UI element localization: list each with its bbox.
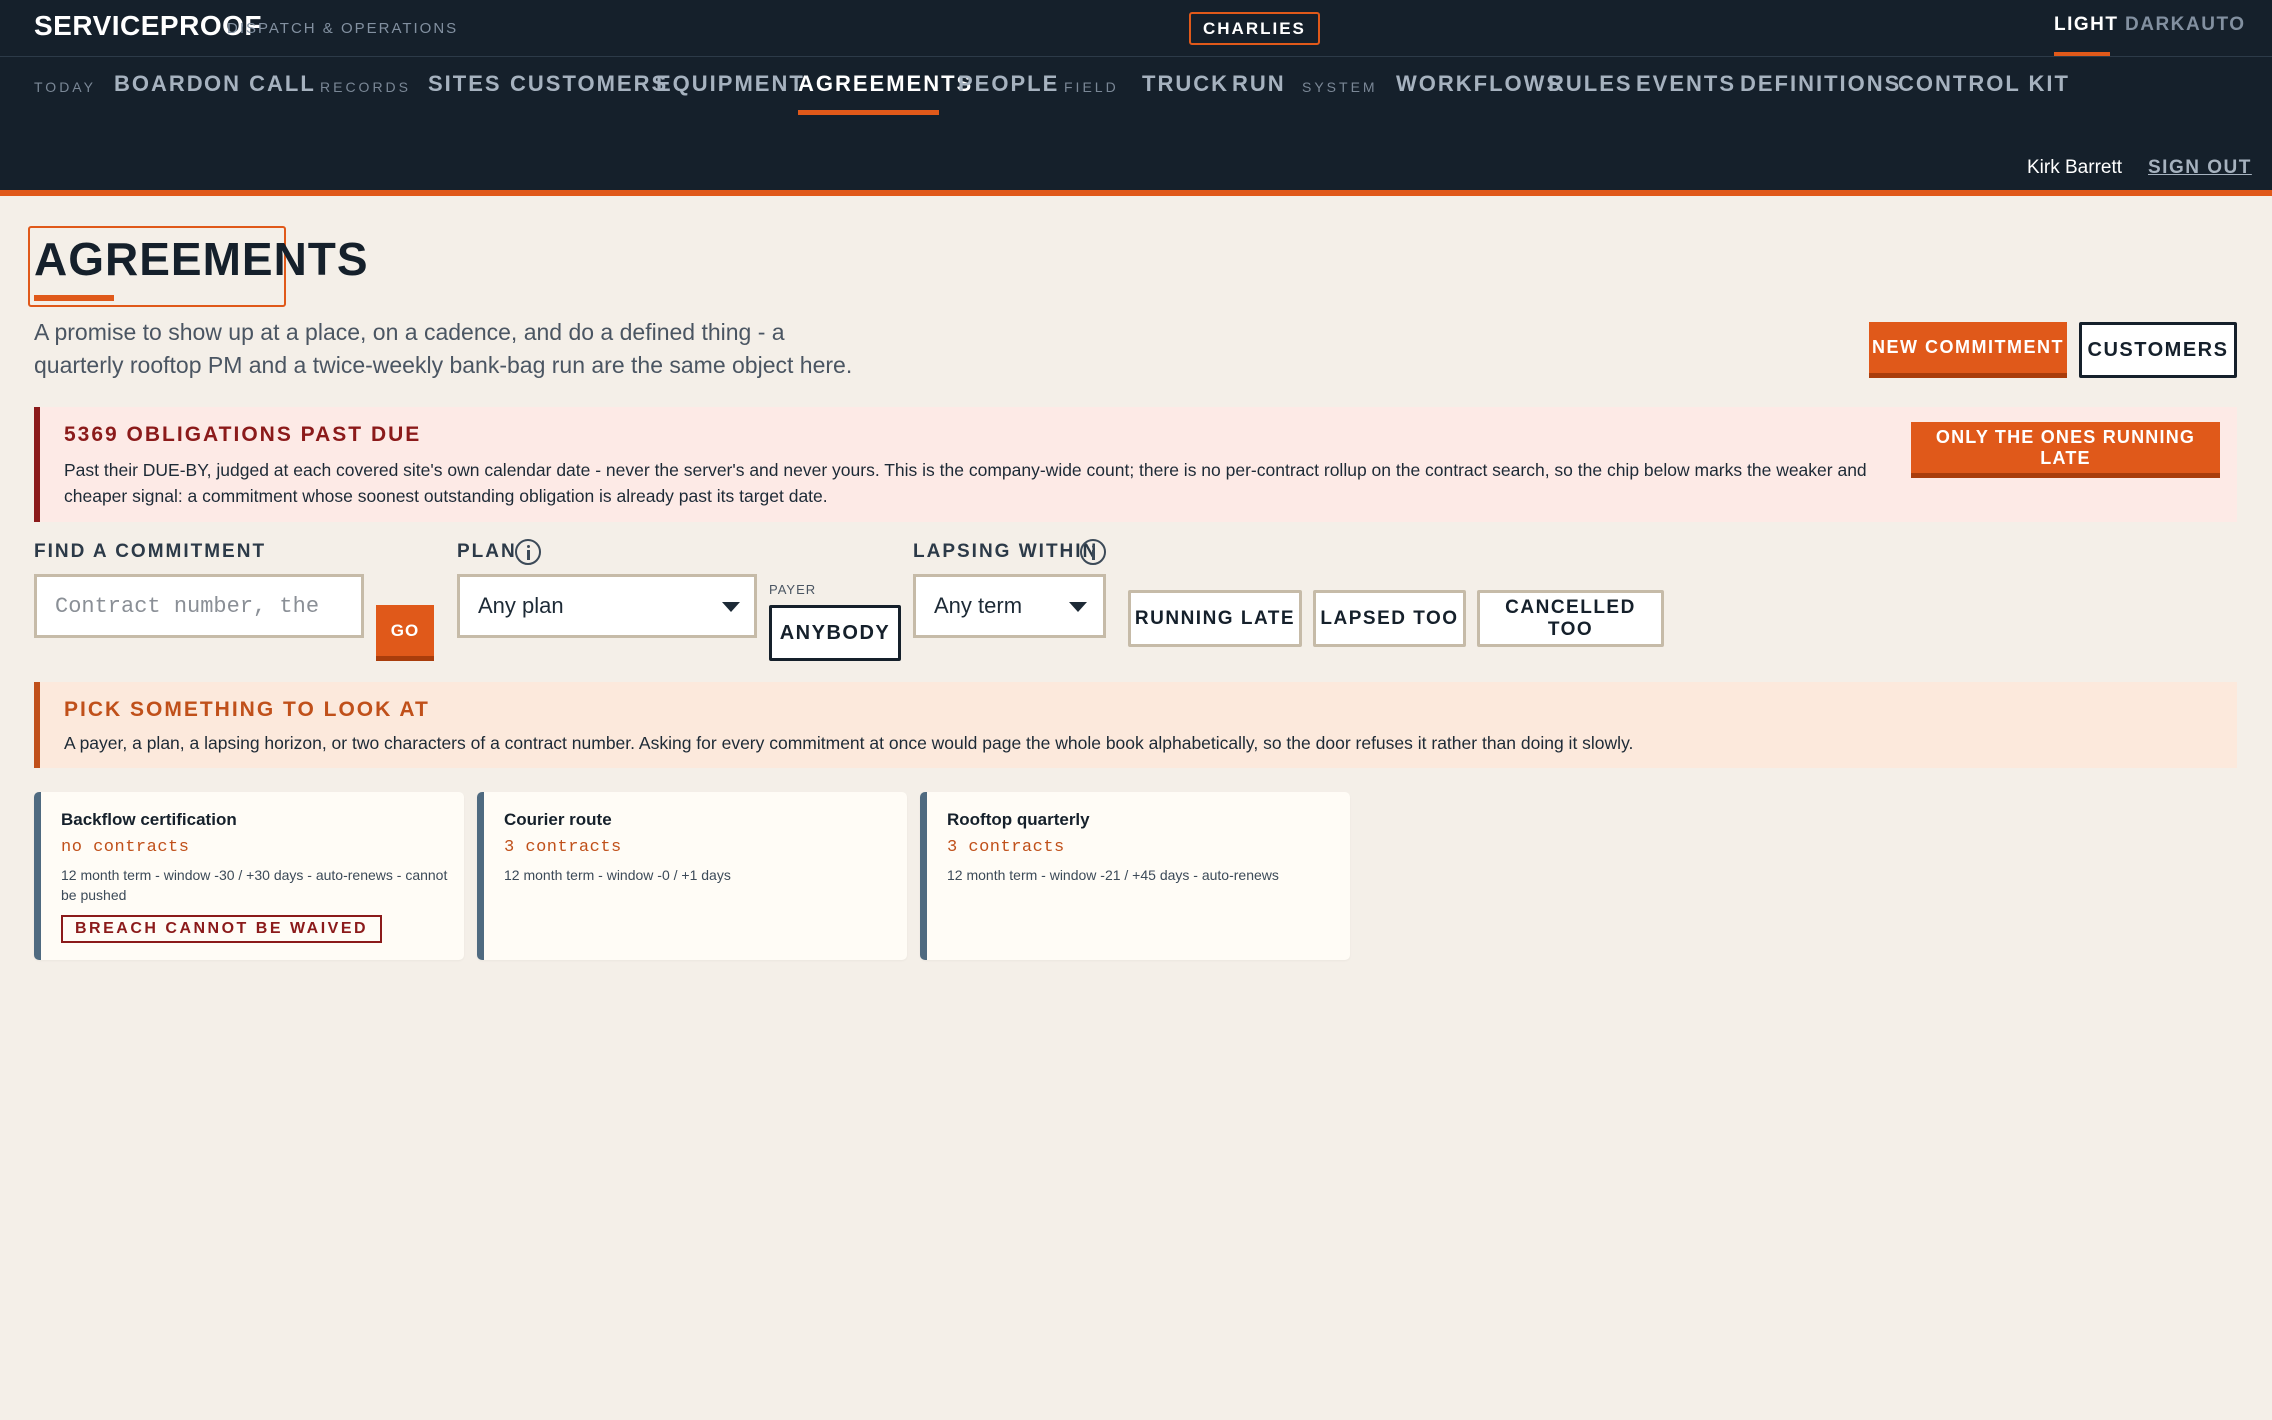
plan-info-icon[interactable]: [515, 539, 541, 565]
plan-card-title: Rooftop quarterly: [947, 810, 1090, 829]
plan-card-meta: 12 month term - window -0 / +1 days: [504, 867, 731, 883]
nav-item-truck[interactable]: TRUCK: [1142, 71, 1229, 97]
chip-cancelled-too[interactable]: CANCELLED TOO: [1477, 590, 1664, 647]
past-due-alert-text: Past their DUE-BY, judged at each covere…: [64, 460, 1867, 506]
nav-item-control-kit[interactable]: CONTROL KIT: [1898, 71, 2070, 97]
chip-lapsed-too[interactable]: LAPSED TOO: [1313, 590, 1466, 647]
go-button[interactable]: GO: [376, 605, 434, 661]
page-intro-line-1: A promise to show up at a place, on a ca…: [34, 319, 785, 345]
customers-button[interactable]: CUSTOMERS: [2079, 322, 2237, 378]
only-running-late-button[interactable]: ONLY THE ONES RUNNING LATE: [1911, 422, 2220, 478]
chip-running-late[interactable]: RUNNING LATE: [1128, 590, 1302, 647]
app-header: SERVICEPROOF DISPATCH & OPERATIONS CHARL…: [0, 0, 2272, 196]
theme-auto[interactable]: AUTO: [2186, 14, 2245, 36]
chevron-down-icon: [1069, 602, 1087, 612]
plan-card-count: 3 contracts: [504, 838, 622, 857]
chevron-down-icon: [722, 602, 740, 612]
page-intro-line-2: quarterly rooftop PM and a twice-weekly …: [34, 352, 853, 378]
nav-item-workflows[interactable]: WORKFLOWS: [1396, 71, 1563, 97]
plan-card-meta: 12 month term - window -30 / +30 days - …: [61, 867, 448, 903]
theme-active-indicator: [2054, 52, 2110, 56]
new-commitment-button[interactable]: NEW COMMITMENT: [1869, 322, 2067, 378]
find-commitment-label: FIND A COMMITMENT: [34, 541, 267, 562]
user-name: Kirk Barrett: [2027, 157, 2123, 178]
pick-something-notice: PICK SOMETHING TO LOOK AT A payer, a pla…: [34, 682, 2237, 768]
nav-item-events[interactable]: EVENTS: [1636, 71, 1736, 97]
nav-item-customers[interactable]: CUSTOMERS: [510, 71, 668, 97]
plan-card-courier[interactable]: Courier route 3 contracts 12 month term …: [477, 792, 907, 960]
plan-card-count: 3 contracts: [947, 838, 1065, 857]
page-title-underline: [34, 295, 114, 301]
nav-group-system: SYSTEM: [1302, 79, 1378, 95]
page-title: AGREEMENTS: [34, 233, 369, 285]
notice-text: A payer, a plan, a lapsing horizon, or t…: [64, 733, 1634, 753]
payer-button[interactable]: ANYBODY: [769, 605, 901, 661]
nav-item-people[interactable]: PEOPLE: [958, 71, 1059, 97]
notice-title: PICK SOMETHING TO LOOK AT: [64, 698, 430, 721]
sign-out-link[interactable]: SIGN OUT: [2148, 157, 2252, 179]
plan-card-title: Backflow certification: [61, 810, 237, 829]
lapsing-within-label: LAPSING WITHIN: [913, 541, 1099, 562]
lapsing-select[interactable]: Any term: [913, 574, 1106, 638]
nav-item-definitions[interactable]: DEFINITIONS: [1740, 71, 1901, 97]
plan-card-count: no contracts: [61, 838, 190, 857]
plan-card-title: Courier route: [504, 810, 612, 829]
lapsing-select-value: Any term: [934, 593, 1023, 618]
page-intro: A promise to show up at a place, on a ca…: [34, 316, 894, 382]
nav-item-equipment[interactable]: EQUIPMENT: [656, 71, 805, 97]
theme-dark[interactable]: DARK: [2125, 14, 2186, 36]
tenant-badge[interactable]: CHARLIES: [1189, 12, 1320, 45]
nav-item-on-call[interactable]: ON CALL: [204, 71, 316, 97]
theme-light[interactable]: LIGHT: [2054, 14, 2119, 36]
nav-item-run[interactable]: RUN: [1232, 71, 1286, 97]
past-due-alert-title: 5369 OBLIGATIONS PAST DUE: [64, 423, 422, 446]
lapsing-info-icon[interactable]: [1080, 539, 1106, 565]
nav-item-board[interactable]: BOARD: [114, 71, 205, 97]
nav-item-sites[interactable]: SITES: [428, 71, 502, 97]
plan-select-value: Any plan: [478, 593, 564, 618]
plan-card-meta: 12 month term - window -21 / +45 days - …: [947, 867, 1279, 883]
nav-item-agreements[interactable]: AGREEMENTS: [798, 71, 973, 97]
brand-subtitle: DISPATCH & OPERATIONS: [227, 20, 459, 37]
nav-active-indicator: [798, 110, 939, 115]
nav-group-records: RECORDS: [320, 79, 412, 95]
plan-select[interactable]: Any plan: [457, 574, 757, 638]
top-bar: SERVICEPROOF DISPATCH & OPERATIONS CHARL…: [0, 0, 2272, 57]
past-due-alert: 5369 OBLIGATIONS PAST DUE Past their DUE…: [34, 407, 2237, 522]
plan-label: PLAN: [457, 541, 517, 562]
nav-item-rules[interactable]: RULES: [1548, 71, 1633, 97]
main-nav: TODAY BOARD ON CALL RECORDS SITES CUSTOM…: [0, 57, 2272, 117]
plan-card-backflow[interactable]: Backflow certification no contracts 12 m…: [34, 792, 464, 960]
plan-card-rooftop[interactable]: Rooftop quarterly 3 contracts 12 month t…: [920, 792, 1350, 960]
nav-group-today: TODAY: [34, 79, 96, 95]
breach-badge: BREACH CANNOT BE WAIVED: [61, 915, 383, 943]
payer-label: PAYER: [769, 582, 817, 597]
find-commitment-input[interactable]: [34, 574, 364, 638]
nav-group-field: FIELD: [1064, 79, 1119, 95]
